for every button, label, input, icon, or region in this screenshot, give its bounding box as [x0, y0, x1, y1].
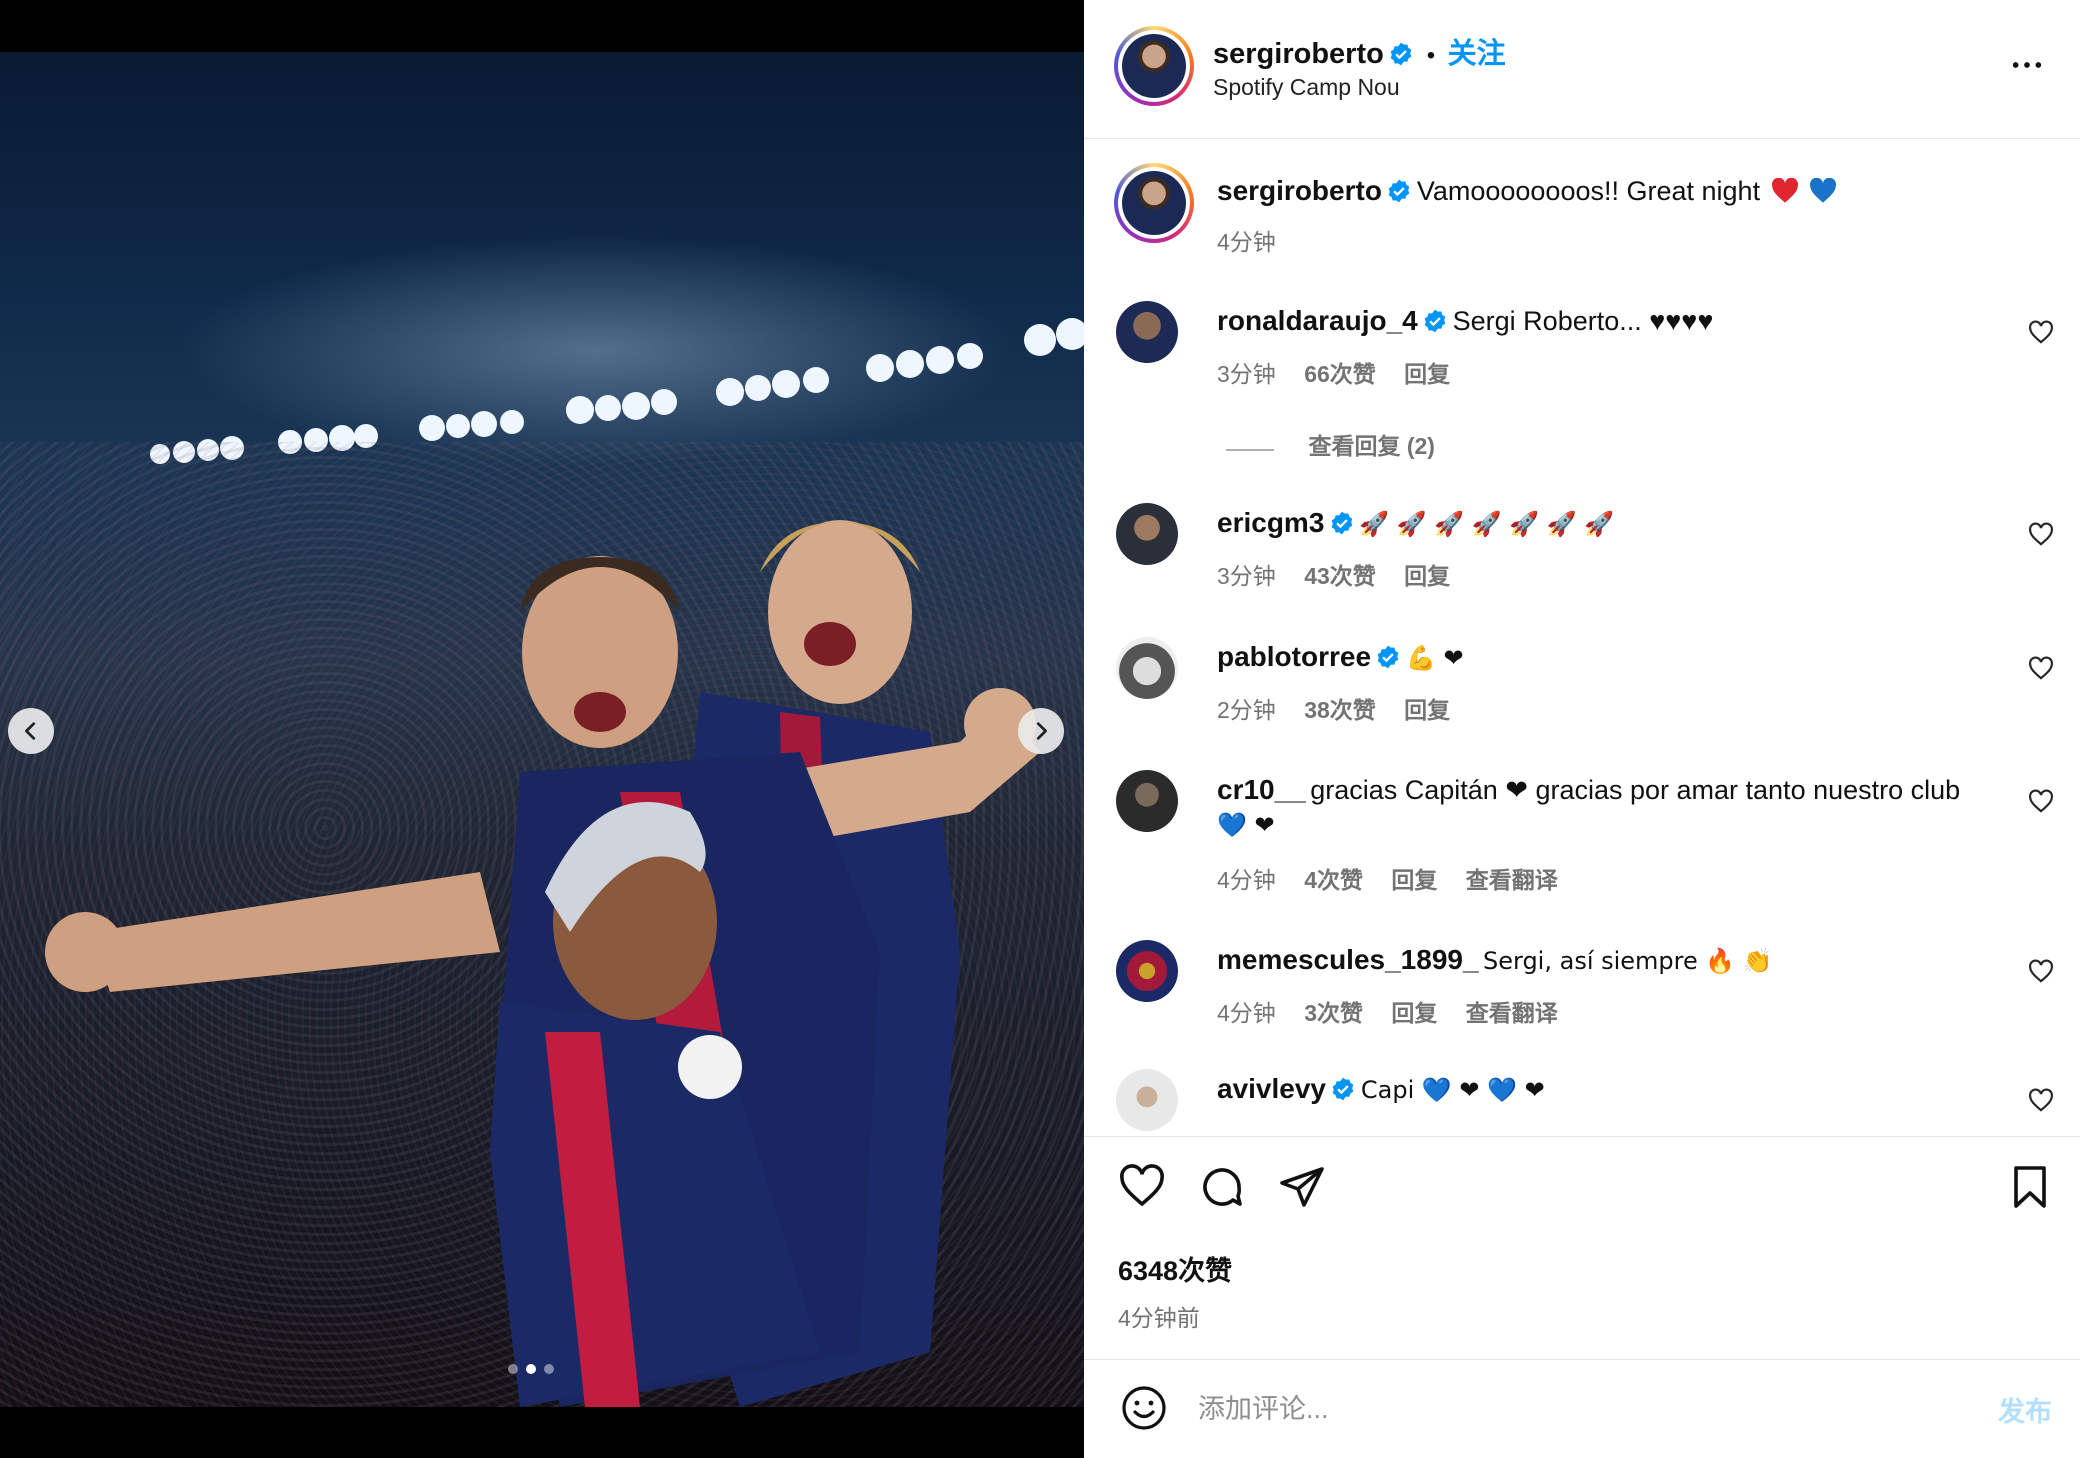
- comment-text: gracias Capitán ❤ gracias por amar tanto…: [1310, 775, 1961, 805]
- reply-button[interactable]: 回复: [1404, 563, 1450, 589]
- comment-time: 3分钟: [1217, 563, 1276, 589]
- carousel-dot: [508, 1364, 518, 1374]
- post-side-panel: sergiroberto • 关注 Spotify Camp Nou sergi…: [1084, 0, 2080, 1458]
- reply-button[interactable]: 回复: [1404, 361, 1450, 387]
- post-media: [0, 0, 1084, 1458]
- follow-button[interactable]: 关注: [1448, 38, 1506, 70]
- comment-username[interactable]: pablotorree: [1217, 641, 1371, 672]
- comment-likes[interactable]: 4次赞: [1304, 867, 1363, 893]
- reply-button[interactable]: 回复: [1391, 1000, 1437, 1026]
- carousel-dot: [544, 1364, 554, 1374]
- chevron-left-icon: [25, 722, 36, 740]
- comment-icon[interactable]: [1198, 1163, 1246, 1211]
- comment-text: Sergi Roberto... ♥♥♥♥: [1452, 306, 1714, 336]
- comment-text-continued: 💙 ❤: [1217, 811, 1275, 839]
- post-photo[interactable]: [0, 52, 1084, 1407]
- caption-author[interactable]: sergiroberto: [1217, 175, 1382, 206]
- comment-text: Sergi, así siempre 🔥 👏: [1483, 947, 1773, 975]
- comment-text: Capi 💙 ❤ 💙 ❤: [1360, 1076, 1545, 1104]
- comment-time: 2分钟: [1217, 697, 1276, 723]
- players-celebration: [45, 520, 1040, 1407]
- comment-text: 💪 ❤: [1405, 644, 1464, 672]
- commenter-avatar[interactable]: [1116, 1069, 1178, 1131]
- caption-time: 4分钟: [1217, 229, 1276, 255]
- comment-input[interactable]: [1196, 1386, 1900, 1432]
- like-post-icon[interactable]: [1118, 1163, 1166, 1211]
- post-time[interactable]: 4分钟前: [1118, 1299, 1200, 1333]
- carousel-dot-active: [526, 1364, 536, 1374]
- comment-time: 3分钟: [1217, 361, 1276, 387]
- commenter-avatar[interactable]: [1116, 301, 1178, 363]
- comments-list[interactable]: sergiroberto Vamoooooooos!! Great night …: [1084, 139, 2080, 1135]
- reply-button[interactable]: 回复: [1404, 697, 1450, 723]
- post-location[interactable]: Spotify Camp Nou: [1213, 74, 1400, 101]
- comment-likes[interactable]: 3次赞: [1304, 1000, 1363, 1026]
- comment-username[interactable]: ericgm3: [1217, 507, 1324, 538]
- comment-time: 4分钟: [1217, 1000, 1276, 1026]
- verified-badge-icon: [1389, 179, 1410, 203]
- carousel-indicator: [508, 1364, 554, 1374]
- prev-image-button[interactable]: [8, 708, 54, 754]
- chevron-right-icon: [1036, 722, 1047, 740]
- comment-likes[interactable]: 66次赞: [1304, 361, 1376, 387]
- comment-composer: 发布: [1084, 1358, 2080, 1458]
- like-comment-icon[interactable]: [2028, 789, 2054, 815]
- comment-likes[interactable]: 38次赞: [1304, 697, 1376, 723]
- commenter-avatar[interactable]: [1116, 940, 1178, 1002]
- see-translation-button[interactable]: 查看翻译: [1466, 867, 1558, 893]
- comment-time: 4分钟: [1217, 867, 1276, 893]
- verified-badge-icon: [1331, 511, 1353, 535]
- view-replies-button[interactable]: 查看回复 (2): [1226, 427, 1435, 461]
- verified-badge-icon: [1390, 42, 1412, 66]
- like-comment-icon[interactable]: [2028, 522, 2054, 548]
- commenter-avatar[interactable]: [1116, 637, 1178, 699]
- author-avatar[interactable]: [1114, 26, 1194, 106]
- next-image-button[interactable]: [1018, 708, 1064, 754]
- verified-badge-icon: [1424, 309, 1446, 333]
- emoji-icon[interactable]: [1120, 1384, 1168, 1432]
- post-actions: 6348次赞 4分钟前: [1084, 1136, 2080, 1360]
- see-translation-button[interactable]: 查看翻译: [1466, 1000, 1558, 1026]
- author-username[interactable]: sergiroberto: [1213, 38, 1384, 70]
- post-header: sergiroberto • 关注 Spotify Camp Nou: [1084, 0, 2080, 139]
- verified-badge-icon: [1333, 1077, 1354, 1101]
- commenter-avatar[interactable]: [1116, 770, 1178, 832]
- comment-username[interactable]: avivlevy: [1217, 1073, 1326, 1104]
- comment-username[interactable]: ronaldaraujo_4: [1217, 305, 1418, 336]
- likes-count[interactable]: 6348次赞: [1118, 1249, 1232, 1288]
- share-icon[interactable]: [1278, 1163, 1326, 1211]
- post-comment-button[interactable]: 发布: [1998, 1390, 2052, 1429]
- comment-text: 🚀 🚀 🚀 🚀 🚀 🚀 🚀: [1359, 510, 1615, 538]
- commenter-avatar[interactable]: [1116, 503, 1178, 565]
- like-comment-icon[interactable]: [2028, 320, 2054, 346]
- like-comment-icon[interactable]: [2028, 656, 2054, 682]
- like-comment-icon[interactable]: [2028, 959, 2054, 985]
- blue-heart-icon: [1809, 177, 1836, 203]
- red-heart-icon: [1771, 177, 1798, 203]
- caption-author-avatar[interactable]: [1114, 163, 1194, 243]
- view-replies-label: 查看回复 (2): [1308, 433, 1435, 459]
- comment-username[interactable]: memescules_1899_: [1217, 944, 1479, 975]
- save-icon[interactable]: [2006, 1163, 2054, 1211]
- reply-button[interactable]: 回复: [1391, 867, 1437, 893]
- comment-username[interactable]: cr10__: [1217, 774, 1306, 805]
- like-comment-icon[interactable]: [2028, 1088, 2054, 1114]
- comment-likes[interactable]: 43次赞: [1304, 563, 1376, 589]
- caption-text: Vamoooooooos!! Great night: [1416, 176, 1761, 206]
- more-options-icon[interactable]: [2010, 48, 2044, 82]
- verified-badge-icon: [1378, 645, 1399, 669]
- separator-dot: •: [1426, 42, 1436, 69]
